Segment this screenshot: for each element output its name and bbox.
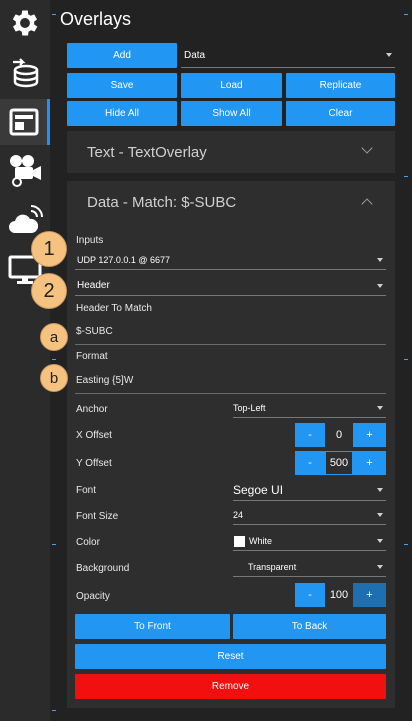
- font-size-value: 24: [233, 510, 244, 520]
- opacity-input[interactable]: 100: [325, 583, 353, 607]
- match-mode-value: Header: [77, 280, 110, 291]
- y-offset-decrement-button[interactable]: -: [295, 451, 325, 475]
- inputs-select[interactable]: UDP 127.0.0.1 @ 6677: [75, 250, 386, 270]
- load-button[interactable]: Load: [181, 73, 282, 98]
- show-all-button[interactable]: Show All: [181, 101, 282, 126]
- y-offset-increment-button[interactable]: +: [353, 451, 386, 475]
- x-offset-decrement-button[interactable]: -: [295, 423, 325, 447]
- save-button[interactable]: Save: [67, 73, 177, 98]
- edge-marker: [404, 176, 408, 177]
- edge-marker: [52, 14, 56, 15]
- cloud-stream-icon: [9, 205, 43, 233]
- to-back-button[interactable]: To Back: [233, 614, 386, 639]
- layout-overlay-icon: [9, 108, 38, 136]
- y-offset-input[interactable]: 500: [325, 451, 353, 475]
- panel-title: Text - TextOverlay: [87, 144, 207, 161]
- inputs-value: UDP 127.0.0.1 @ 6677: [77, 254, 171, 265]
- callout-badge: 2: [31, 273, 67, 309]
- format-label: Format: [76, 351, 108, 362]
- opacity-decrement-button[interactable]: -: [295, 583, 325, 607]
- font-select[interactable]: Segoe UI: [233, 480, 386, 501]
- divider: [75, 344, 386, 345]
- video-settings-button[interactable]: [0, 148, 50, 194]
- replicate-button[interactable]: Replicate: [286, 73, 395, 98]
- to-front-button[interactable]: To Front: [75, 614, 230, 639]
- x-offset-input[interactable]: 0: [325, 423, 353, 447]
- opacity-increment-button[interactable]: +: [353, 583, 386, 607]
- font-size-label: Font Size: [76, 511, 119, 522]
- chevron-down-icon: [377, 406, 383, 410]
- edge-marker: [404, 359, 408, 360]
- color-swatch: [234, 536, 245, 547]
- chevron-up-icon[interactable]: [361, 198, 373, 210]
- data-sources-button[interactable]: [0, 50, 50, 96]
- database-import-icon: [13, 58, 39, 88]
- chevron-down-icon: [377, 539, 383, 543]
- background-label: Background: [76, 563, 130, 574]
- callout-badge: 1: [31, 231, 67, 267]
- x-offset-increment-button[interactable]: +: [353, 423, 386, 447]
- overlay-type-select[interactable]: Data: [181, 43, 395, 68]
- chevron-down-icon: [386, 53, 392, 57]
- color-select[interactable]: White: [233, 532, 386, 551]
- opacity-label: Opacity: [76, 591, 110, 602]
- clear-button[interactable]: Clear: [286, 101, 395, 126]
- font-value: Segoe UI: [233, 483, 284, 497]
- edge-marker: [52, 359, 56, 360]
- gear-icon: [12, 10, 38, 36]
- overlay-type-value: Data: [184, 49, 206, 61]
- header-to-match-input[interactable]: $-SUBC: [76, 326, 113, 337]
- divider: [75, 393, 386, 394]
- edge-marker: [52, 544, 56, 545]
- match-mode-select[interactable]: Header: [75, 276, 386, 296]
- sidebar: [0, 0, 50, 721]
- color-label: Color: [76, 537, 100, 548]
- chevron-down-icon[interactable]: [361, 142, 373, 154]
- format-input[interactable]: Easting {5]W: [76, 375, 133, 386]
- callout-badge: a: [40, 323, 68, 351]
- page-title: Overlays: [60, 9, 132, 29]
- anchor-label: Anchor: [76, 404, 108, 415]
- edge-marker: [52, 710, 56, 711]
- chevron-down-icon: [377, 513, 383, 517]
- anchor-value: Top-Left: [233, 403, 266, 413]
- text-overlay-panel[interactable]: Text - TextOverlay: [67, 131, 395, 173]
- inputs-label: Inputs: [76, 235, 104, 246]
- edge-marker: [404, 544, 408, 545]
- chevron-down-icon: [377, 488, 383, 492]
- chevron-down-icon: [377, 565, 383, 569]
- chevron-down-icon: [377, 257, 383, 262]
- overlays-button[interactable]: [0, 99, 50, 145]
- callout-badge: b: [40, 364, 68, 392]
- background-value: Transparent: [248, 562, 297, 572]
- font-size-select[interactable]: 24: [233, 506, 386, 525]
- remove-button[interactable]: Remove: [75, 674, 386, 699]
- anchor-select[interactable]: Top-Left: [233, 399, 386, 418]
- background-select[interactable]: Transparent: [233, 558, 386, 577]
- hide-all-button[interactable]: Hide All: [67, 101, 177, 126]
- reset-button[interactable]: Reset: [75, 644, 386, 669]
- color-value: White: [249, 536, 273, 546]
- y-offset-label: Y Offset: [76, 458, 112, 469]
- video-settings-icon: [10, 155, 41, 187]
- font-label: Font: [76, 485, 97, 496]
- chevron-down-icon: [377, 283, 383, 288]
- settings-button[interactable]: [0, 0, 50, 46]
- header-to-match-label: Header To Match: [76, 303, 152, 314]
- panel-title: Data - Match: $-SUBC: [87, 194, 237, 211]
- add-button[interactable]: Add: [67, 43, 177, 68]
- x-offset-label: X Offset: [76, 430, 112, 441]
- edge-marker: [404, 14, 408, 15]
